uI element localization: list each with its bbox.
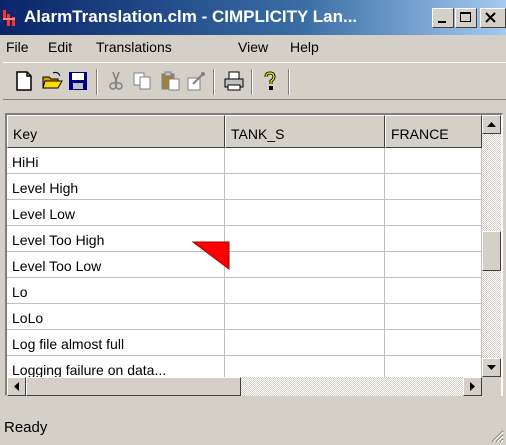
key-cell[interactable]: Log file almost full [7,330,225,356]
key-cell[interactable]: HiHi [7,148,225,174]
menu-help[interactable]: Help [290,39,319,55]
app-window: AlarmTranslation.clm - CIMPLICITY Lan...… [0,0,506,445]
menu-edit[interactable]: Edit [48,39,72,55]
france-cell[interactable] [385,278,482,304]
arrow-left-icon [14,382,19,391]
table-row[interactable]: Level High [7,174,482,200]
tank-s-cell[interactable] [225,174,385,200]
table-row[interactable]: HiHi [7,148,482,174]
table-row[interactable]: Level Low [7,200,482,226]
table-row[interactable]: Level Too High [7,226,482,252]
new-document-icon[interactable] [13,70,35,92]
france-cell[interactable] [385,252,482,278]
minimize-button[interactable] [432,8,454,28]
properties-icon[interactable] [185,70,207,92]
vertical-scroll-thumb[interactable] [482,231,501,271]
arrow-down-icon [487,365,496,370]
tank-s-cell[interactable] [225,252,385,278]
tank-s-cell[interactable] [225,200,385,226]
title-bar[interactable]: AlarmTranslation.clm - CIMPLICITY Lan... [0,0,506,35]
tank-s-cell[interactable] [225,304,385,330]
tank-s-cell[interactable] [225,226,385,252]
key-cell[interactable]: Lo [7,278,225,304]
maximize-button[interactable] [455,8,477,28]
translation-grid: Key TANK_S FRANCE HiHi Level High Level … [5,113,503,396]
france-cell[interactable] [385,200,482,226]
grid-rows: HiHi Level High Level Low Level Too High [7,148,482,382]
column-header-key[interactable]: Key [7,115,225,148]
table-row[interactable]: Log file almost full [7,330,482,356]
cut-icon[interactable] [105,70,127,92]
toolbar [3,62,506,100]
scroll-left-button[interactable] [7,377,26,396]
horizontal-scroll-thumb[interactable] [26,377,241,396]
toolbar-separator [251,69,253,95]
menu-bar: File Edit Translations View Help [0,35,506,60]
copy-icon[interactable] [131,70,153,92]
toolbar-separator [213,69,215,95]
tank-s-cell[interactable] [225,278,385,304]
key-cell[interactable]: Level High [7,174,225,200]
scroll-up-button[interactable] [482,115,501,134]
toolbar-separator [288,69,290,95]
close-icon [485,12,496,23]
arrow-up-icon [487,122,496,127]
key-cell[interactable]: Level Low [7,200,225,226]
france-cell[interactable] [385,330,482,356]
menu-view[interactable]: View [238,39,268,55]
close-button[interactable] [480,8,506,28]
status-text: Ready [4,419,48,436]
arrow-right-icon [470,382,475,391]
window-title: AlarmTranslation.clm - CIMPLICITY Lan... [24,7,358,26]
table-row[interactable]: Level Too Low [7,252,482,278]
vertical-scrollbar[interactable] [482,115,501,377]
paste-icon[interactable] [159,70,181,92]
status-bar: Ready [0,410,506,445]
table-row[interactable]: LoLo [7,304,482,330]
table-row[interactable]: Lo [7,278,482,304]
column-header-tank-s[interactable]: TANK_S [225,115,385,148]
france-cell[interactable] [385,304,482,330]
help-icon[interactable] [259,70,281,92]
key-cell[interactable]: LoLo [7,304,225,330]
grid-header: Key TANK_S FRANCE [7,115,482,148]
print-icon[interactable] [223,70,245,92]
tank-s-cell[interactable] [225,148,385,174]
scrollbar-corner [482,377,501,396]
maximize-icon [460,12,471,22]
pointer-cursor-icon [192,241,230,270]
open-folder-icon[interactable] [41,70,63,92]
france-cell[interactable] [385,226,482,252]
france-cell[interactable] [385,174,482,200]
column-header-france[interactable]: FRANCE [385,115,482,148]
scroll-right-button[interactable] [463,377,482,396]
menu-file[interactable]: File [6,39,29,55]
tank-s-cell[interactable] [225,330,385,356]
minimize-icon [438,21,446,23]
toolbar-separator [96,69,98,95]
app-icon [3,10,15,26]
france-cell[interactable] [385,148,482,174]
horizontal-scrollbar[interactable] [7,377,482,396]
menu-translations[interactable]: Translations [96,39,172,55]
scroll-down-button[interactable] [482,358,501,377]
save-icon[interactable] [67,70,89,92]
resize-grip-icon[interactable] [490,429,504,443]
